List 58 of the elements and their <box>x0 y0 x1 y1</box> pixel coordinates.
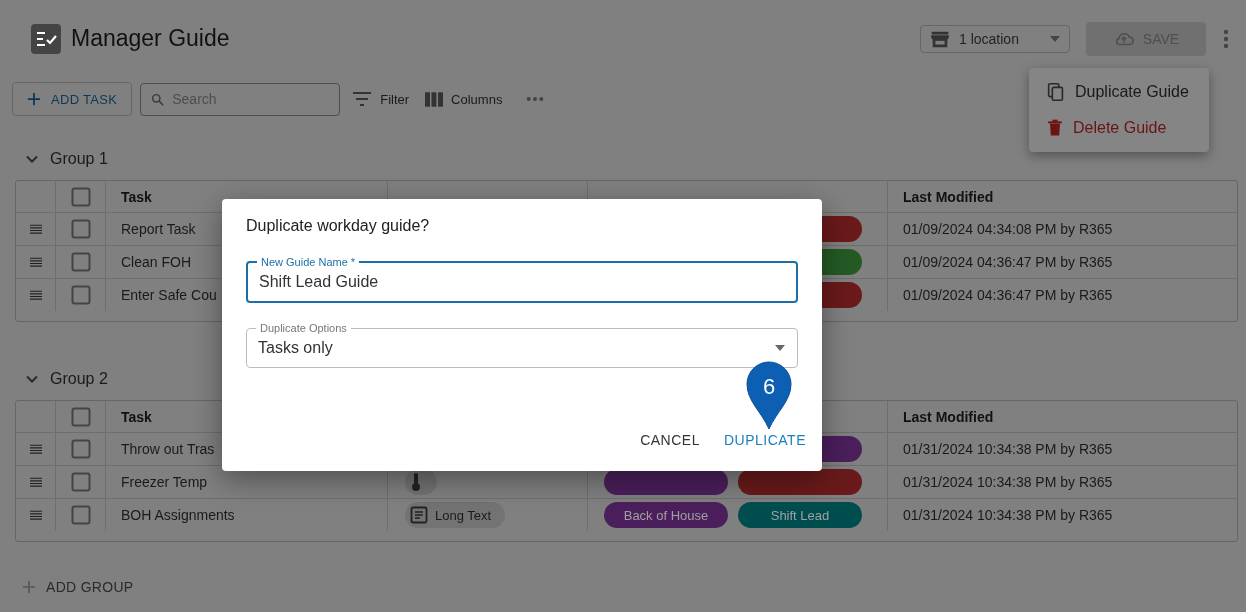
table-cell: 01/31/2024 10:34:38 PM by R365 <box>903 474 1113 490</box>
column-header: Task <box>121 408 152 425</box>
checkbox[interactable] <box>70 252 91 272</box>
type-chip: Long Text <box>405 502 506 528</box>
location-dropdown[interactable]: 1 location <box>920 24 1070 53</box>
document-icon <box>409 505 429 525</box>
table-cell: 01/09/2024 04:34:08 PM by R365 <box>903 221 1113 237</box>
tag-chip: Back of House <box>604 502 728 528</box>
dialog-title: Duplicate workday guide? <box>246 217 431 235</box>
table-cell: Clean FOH <box>121 254 192 270</box>
filter-icon <box>352 91 373 107</box>
table-cell: 01/09/2024 04:36:47 PM by R365 <box>903 287 1113 303</box>
table-cell: Throw out Tras <box>121 441 215 457</box>
checkbox[interactable] <box>70 219 91 239</box>
page-title: Manager Guide <box>71 25 230 52</box>
field-label: Duplicate Options <box>256 321 351 335</box>
group-title: Group 1 <box>50 150 108 168</box>
table-cell: BOH Assignments <box>121 507 235 523</box>
checkbox[interactable] <box>70 285 91 305</box>
filter-button[interactable]: Filter <box>348 91 414 107</box>
checkbox[interactable] <box>70 186 91 207</box>
duplicate-button[interactable]: DUPLICATE <box>723 428 806 452</box>
menu-item[interactable]: Duplicate Guide <box>1029 74 1209 110</box>
thermometer-icon <box>409 472 423 492</box>
more-horizontal-icon[interactable] <box>526 96 545 102</box>
menu-item[interactable]: Delete Guide <box>1029 110 1209 146</box>
checklist-icon <box>31 23 61 54</box>
trash-icon <box>1045 117 1065 139</box>
table-cell: 01/09/2024 04:36:47 PM by R365 <box>903 254 1113 270</box>
column-header: Last Modified <box>903 188 994 205</box>
add-task-button[interactable]: ADD TASK <box>12 82 133 116</box>
field-label: New Guide Name * <box>257 255 360 269</box>
group-title: Group 2 <box>50 370 108 388</box>
add-group-button[interactable]: ADD GROUP <box>16 578 140 596</box>
table-cell: Freezer Temp <box>121 474 208 490</box>
checkbox[interactable] <box>70 472 91 492</box>
table-cell: 01/31/2024 10:34:38 PM by R365 <box>903 441 1113 457</box>
checkbox[interactable] <box>70 505 91 525</box>
field-value: Tasks only <box>258 339 333 357</box>
checkbox[interactable] <box>70 406 91 427</box>
field-value: Shift Lead Guide <box>259 273 379 291</box>
plus-icon <box>27 92 41 106</box>
checkbox[interactable] <box>70 439 91 459</box>
more-vertical-icon[interactable] <box>1223 28 1229 49</box>
dropdown-caret-icon <box>1049 34 1061 43</box>
tag-chip: Shift Lead <box>738 502 862 528</box>
dropdown-caret-icon <box>774 344 786 352</box>
step-marker: 6 <box>745 361 793 431</box>
plus-icon <box>22 580 36 594</box>
column-header: Last Modified <box>903 408 994 425</box>
table-cell: Enter Safe Cou <box>121 287 217 303</box>
column-header: Task <box>121 188 152 205</box>
columns-icon <box>425 91 444 107</box>
search-icon <box>151 92 165 106</box>
columns-button[interactable]: Columns <box>421 91 507 107</box>
table-cell: Report Task <box>121 221 196 237</box>
cancel-button[interactable]: CANCEL <box>640 428 700 452</box>
table-cell: 01/31/2024 10:34:38 PM by R365 <box>903 507 1113 523</box>
